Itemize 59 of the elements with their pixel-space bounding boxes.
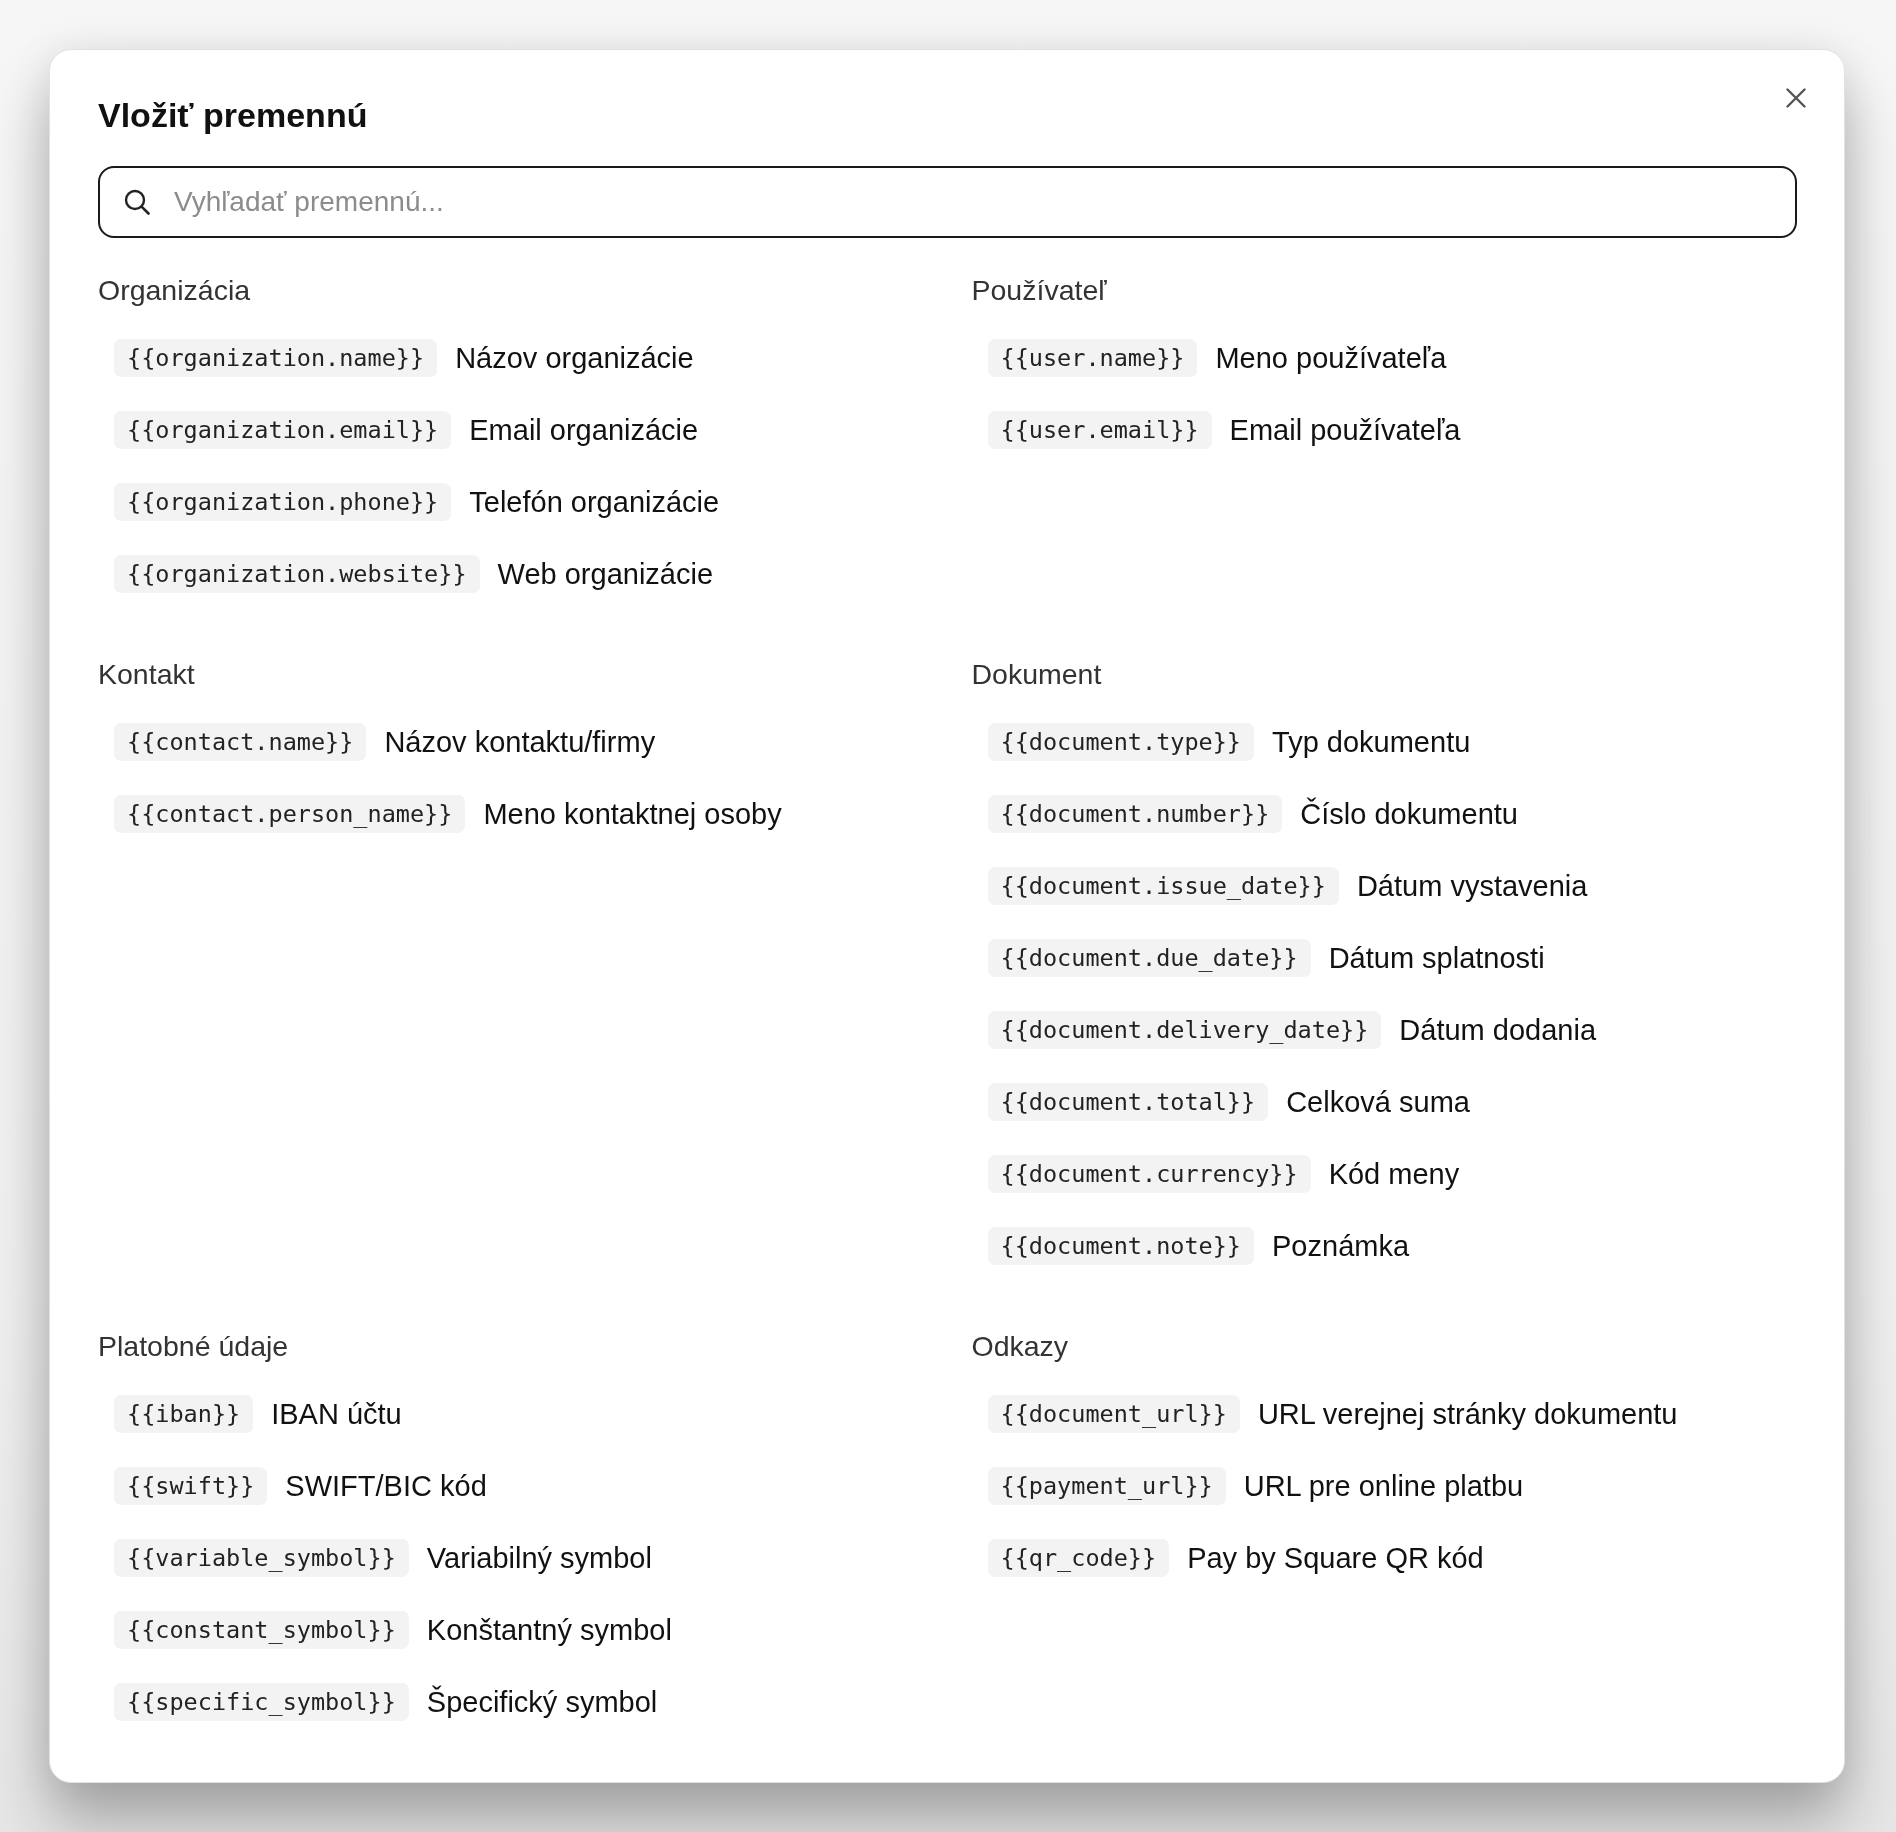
variable-description: Názov kontaktu/firmy	[384, 725, 656, 760]
variable-tag[interactable]: {{qr_code}}	[987, 1539, 1170, 1577]
variable-description: Pay by Square QR kód	[1187, 1541, 1484, 1576]
close-icon	[1786, 88, 1806, 108]
variable-description: Telefón organizácie	[469, 485, 720, 520]
variable-tag[interactable]: {{organization.website}}	[114, 555, 480, 593]
section-heading: Kontakt	[98, 657, 196, 691]
variable-tag[interactable]: {{document_url}}	[987, 1395, 1240, 1433]
variable-description: Meno používateľa	[1215, 341, 1447, 376]
variable-tag[interactable]: {{organization.email}}	[114, 411, 452, 449]
variable-description: Meno kontaktnej osoby	[483, 797, 782, 832]
variable-description: SWIFT/BIC kód	[285, 1469, 487, 1504]
variable-description: URL pre online platbu	[1243, 1469, 1524, 1504]
section-heading: Odkazy	[971, 1329, 1070, 1363]
variable-description: Dátum dodania	[1399, 1013, 1597, 1048]
variable-description: Špecifický symbol	[426, 1684, 658, 1720]
variable-tag[interactable]: {{user.name}}	[987, 339, 1198, 377]
variable-tag[interactable]: {{constant_symbol}}	[114, 1611, 409, 1649]
variable-tag[interactable]: {{document.total}}	[987, 1083, 1269, 1121]
variable-description: Číslo dokumentu	[1300, 796, 1518, 832]
variable-tag[interactable]: {{swift}}	[114, 1467, 268, 1505]
section-heading: Používateľ	[971, 273, 1108, 307]
variable-tag[interactable]: {{document.due_date}}	[987, 939, 1311, 977]
variable-description: Typ dokumentu	[1272, 725, 1471, 760]
variable-tag[interactable]: {{document.delivery_date}}	[987, 1011, 1382, 1049]
variable-tag[interactable]: {{contact.name}}	[114, 723, 367, 761]
variable-description: Email používateľa	[1229, 413, 1461, 448]
variable-tag[interactable]: {{document.currency}}	[987, 1155, 1311, 1193]
variable-description: IBAN účtu	[271, 1397, 402, 1432]
section-heading: Platobné údaje	[98, 1329, 290, 1363]
variable-description: Variabilný symbol	[426, 1541, 652, 1576]
variable-description: Celková suma	[1286, 1085, 1470, 1120]
variable-description: Názov organizácie	[455, 341, 694, 376]
variable-description: Poznámka	[1272, 1229, 1410, 1264]
section-heading: Organizácia	[98, 273, 252, 307]
variable-description: Kód meny	[1328, 1157, 1460, 1192]
close-button[interactable]	[1784, 86, 1808, 110]
variable-tag[interactable]: {{document.note}}	[987, 1227, 1255, 1265]
variable-description: Email organizácie	[469, 413, 699, 448]
search-icon	[124, 189, 150, 215]
variable-description: Konštantný symbol	[426, 1613, 672, 1648]
variable-tag[interactable]: {{variable_symbol}}	[114, 1539, 409, 1577]
variable-description: Dátum vystavenia	[1356, 869, 1588, 904]
variable-tag[interactable]: {{organization.name}}	[114, 339, 438, 377]
variable-description: URL verejnej stránky dokumentu	[1257, 1397, 1678, 1432]
variable-tag[interactable]: {{payment_url}}	[987, 1467, 1226, 1505]
variable-tag[interactable]: {{user.email}}	[987, 411, 1212, 449]
variable-tag[interactable]: {{contact.person_name}}	[114, 795, 466, 833]
variable-tag[interactable]: {{iban}}	[114, 1395, 254, 1433]
variable-description: Dátum splatnosti	[1328, 941, 1545, 976]
search-field[interactable]: Vyhľadať premennú...	[98, 166, 1797, 238]
variable-tag[interactable]: {{document.number}}	[987, 795, 1283, 833]
dialog-title: Vložiť premennú	[98, 95, 369, 135]
variable-tag[interactable]: {{document.type}}	[987, 723, 1255, 761]
variable-tag[interactable]: {{organization.phone}}	[114, 483, 452, 521]
section-heading: Dokument	[971, 657, 1103, 691]
variable-tag[interactable]: {{specific_symbol}}	[114, 1683, 409, 1721]
variable-description: Web organizácie	[497, 557, 714, 592]
variable-tag[interactable]: {{document.issue_date}}	[987, 867, 1339, 905]
